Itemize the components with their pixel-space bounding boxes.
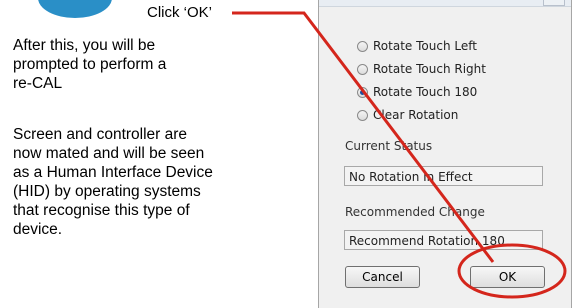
callout-arrow-line [232,11,495,263]
annotation-overlay [232,11,567,299]
ok-highlight-ellipse [457,243,567,299]
